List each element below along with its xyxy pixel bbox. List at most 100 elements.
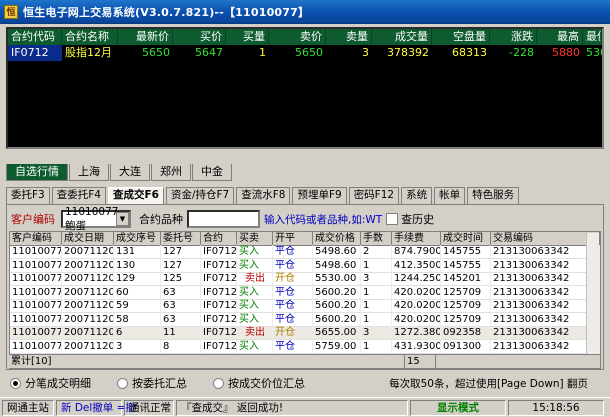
table-row[interactable]: 11010077 20071120 60 63 IF0712 买入 平仓 5600.20 1 42…: [10, 285, 600, 300]
quote-col-oi[interactable]: 空盘量: [432, 29, 490, 45]
cell-order-no: 11: [161, 326, 201, 340]
tab-cffex[interactable]: 中金: [192, 164, 232, 181]
cell-direction: 买入: [237, 299, 273, 313]
col-trading-code[interactable]: 交易编码: [491, 232, 600, 245]
cell-customer: 11010077: [12, 339, 62, 353]
customer-select[interactable]: 11010077 鲍蛋 ▼: [61, 206, 131, 232]
option-by-order[interactable]: 按委托汇总: [117, 375, 187, 391]
tab-zhengzhou[interactable]: 郑州: [151, 164, 191, 181]
radio-by-order[interactable]: [117, 377, 128, 389]
quote-col-bid-vol[interactable]: 买量: [226, 29, 269, 45]
col-trade-no[interactable]: 成交序号: [114, 232, 161, 245]
col-qty[interactable]: 手数: [361, 232, 392, 245]
cell-date: 20071120: [64, 326, 114, 340]
cell-qty: 1: [361, 258, 392, 272]
trades-count: 累计[10]: [9, 355, 405, 369]
cell-order-no: 127: [161, 258, 201, 272]
tab-watchlist[interactable]: 自选行情: [6, 164, 68, 181]
quote-col-change[interactable]: 涨跌: [490, 29, 537, 45]
cell-contract: IF0712: [203, 326, 237, 340]
cell-price: 5759.00: [313, 339, 361, 353]
cell-trading-code: 213130063342: [491, 258, 600, 272]
quote-volume: 378392: [387, 46, 429, 59]
quote-header: 合约代码 合约名称 最新价 买价 买量 卖价 卖量 成交量 空盘量 涨跌 最高 …: [8, 29, 602, 45]
status-station[interactable]: 网通主站: [2, 399, 54, 416]
filter-row: 客户编码 11010077 鲍蛋 ▼ 合约品种 输入代码或者品种,如:WT 查历…: [11, 206, 434, 232]
table-row[interactable]: 11010077 20071120 58 63 IF0712 买入 平仓 5600.20 1 42…: [10, 312, 600, 327]
quote-col-low[interactable]: 最低: [583, 29, 602, 45]
cell-trade-no: 129: [114, 272, 161, 286]
cell-trade-no: 3: [114, 339, 161, 353]
quote-col-code[interactable]: 合约代码: [8, 29, 62, 45]
table-row[interactable]: 11010077 20071120 129 125 IF0712 卖出 开仓 5530.00 3…: [10, 272, 600, 286]
table-row[interactable]: 11010077 20071120 59 63 IF0712 买入 平仓 5600.20 1 42…: [10, 299, 600, 313]
quote-col-last[interactable]: 最新价: [118, 29, 173, 45]
radio-by-price[interactable]: [213, 377, 224, 389]
customer-label: 客户编码: [11, 213, 55, 226]
table-row[interactable]: 11010077 20071120 131 127 IF0712 买入 平仓 5498.60 2…: [10, 245, 600, 259]
history-checkbox[interactable]: [386, 213, 399, 225]
quote-row[interactable]: IF0712 股指12月 5650 5647 1 5650 3 378392 6…: [8, 45, 602, 61]
quote-col-ask-vol[interactable]: 卖量: [326, 29, 372, 45]
tab-special-services[interactable]: 特色服务: [467, 187, 520, 204]
tab-statement[interactable]: 帐单: [434, 187, 466, 204]
tab-query-trades[interactable]: 查成交F6: [107, 187, 164, 204]
col-direction[interactable]: 买卖: [237, 232, 273, 245]
trades-table[interactable]: 客户编码 成交日期 成交序号 委托号 合约 买卖 开平 成交价格 手数 手续费 …: [9, 231, 601, 369]
table-row[interactable]: 11010077 20071120 6 11 IF0712 卖出 开仓 5655.00 3 127…: [10, 326, 600, 340]
col-open-close[interactable]: 开平: [273, 232, 313, 245]
col-customer[interactable]: 客户编码: [10, 232, 62, 245]
tab-system[interactable]: 系统: [401, 187, 433, 204]
chevron-down-icon[interactable]: ▼: [116, 212, 129, 226]
col-date[interactable]: 成交日期: [62, 232, 114, 245]
cell-trade-no: 59: [114, 299, 161, 313]
cell-open-close: 平仓: [273, 312, 313, 326]
quote-col-high[interactable]: 最高: [537, 29, 583, 45]
quote-col-bid[interactable]: 买价: [173, 29, 226, 45]
table-scrollbar[interactable]: [586, 233, 599, 367]
cell-qty: 1: [361, 339, 392, 353]
col-order-no[interactable]: 委托号: [161, 232, 201, 245]
col-fee[interactable]: 手续费: [392, 232, 441, 245]
trades-body: 11010077 20071120 131 127 IF0712 买入 平仓 5498.60 2…: [10, 245, 600, 354]
quote-grid[interactable]: 合约代码 合约名称 最新价 买价 买量 卖价 卖量 成交量 空盘量 涨跌 最高 …: [6, 27, 604, 149]
quote-col-ask[interactable]: 卖价: [269, 29, 326, 45]
status-mode[interactable]: 显示模式: [410, 399, 506, 416]
contract-input[interactable]: [187, 210, 260, 228]
option-by-price[interactable]: 按成交价位汇总: [213, 375, 305, 391]
table-row[interactable]: 11010077 20071120 3 8 IF0712 买入 平仓 5759.00 1 431.…: [10, 339, 600, 354]
cell-date: 20071120: [64, 258, 114, 272]
cell-order-no: 63: [161, 312, 201, 326]
cell-direction: 买入: [237, 245, 273, 259]
col-contract[interactable]: 合约: [201, 232, 237, 245]
contract-label: 合约品种: [139, 213, 183, 226]
quote-col-name[interactable]: 合约名称: [62, 29, 118, 45]
cell-trade-no: 58: [114, 312, 161, 326]
tab-password[interactable]: 密码F12: [348, 187, 400, 204]
table-row[interactable]: 11010077 20071120 130 127 IF0712 买入 平仓 5498.60 1…: [10, 258, 600, 273]
tab-funds-positions[interactable]: 资金/持仓F7: [165, 187, 235, 204]
cell-time: 125709: [441, 299, 491, 313]
tab-query-journal[interactable]: 查流水F8: [236, 187, 291, 204]
tab-query-orders[interactable]: 查委托F4: [51, 187, 106, 204]
cell-fee: 412.3500: [394, 258, 441, 272]
radio-detail[interactable]: [10, 377, 21, 389]
tab-dalian[interactable]: 大连: [110, 164, 150, 181]
cell-price: 5498.60: [313, 258, 361, 272]
status-shortcut: 新 Del撤单 =撤: [56, 399, 136, 416]
tab-shanghai[interactable]: 上海: [69, 164, 109, 181]
view-options: 分笔成交明细 按委托汇总 按成交价位汇总 每次取50条，超过使用[Page Do…: [10, 375, 602, 391]
cell-time: 125709: [441, 285, 491, 299]
col-price[interactable]: 成交价格: [313, 232, 361, 245]
col-time[interactable]: 成交时间: [441, 232, 491, 245]
quote-col-volume[interactable]: 成交量: [372, 29, 432, 45]
tab-preset-orders[interactable]: 预埋单F9: [292, 187, 347, 204]
cell-trading-code: 213130063342: [491, 272, 600, 286]
cell-trade-no: 131: [114, 245, 161, 259]
option-detail[interactable]: 分笔成交明细: [10, 375, 91, 391]
cell-trade-no: 6: [114, 326, 161, 340]
cell-trade-no: 60: [114, 285, 161, 299]
tab-order[interactable]: 委托F3: [6, 187, 50, 204]
trades-footer-spacer: [436, 355, 601, 369]
cell-trading-code: 213130063342: [491, 245, 600, 259]
